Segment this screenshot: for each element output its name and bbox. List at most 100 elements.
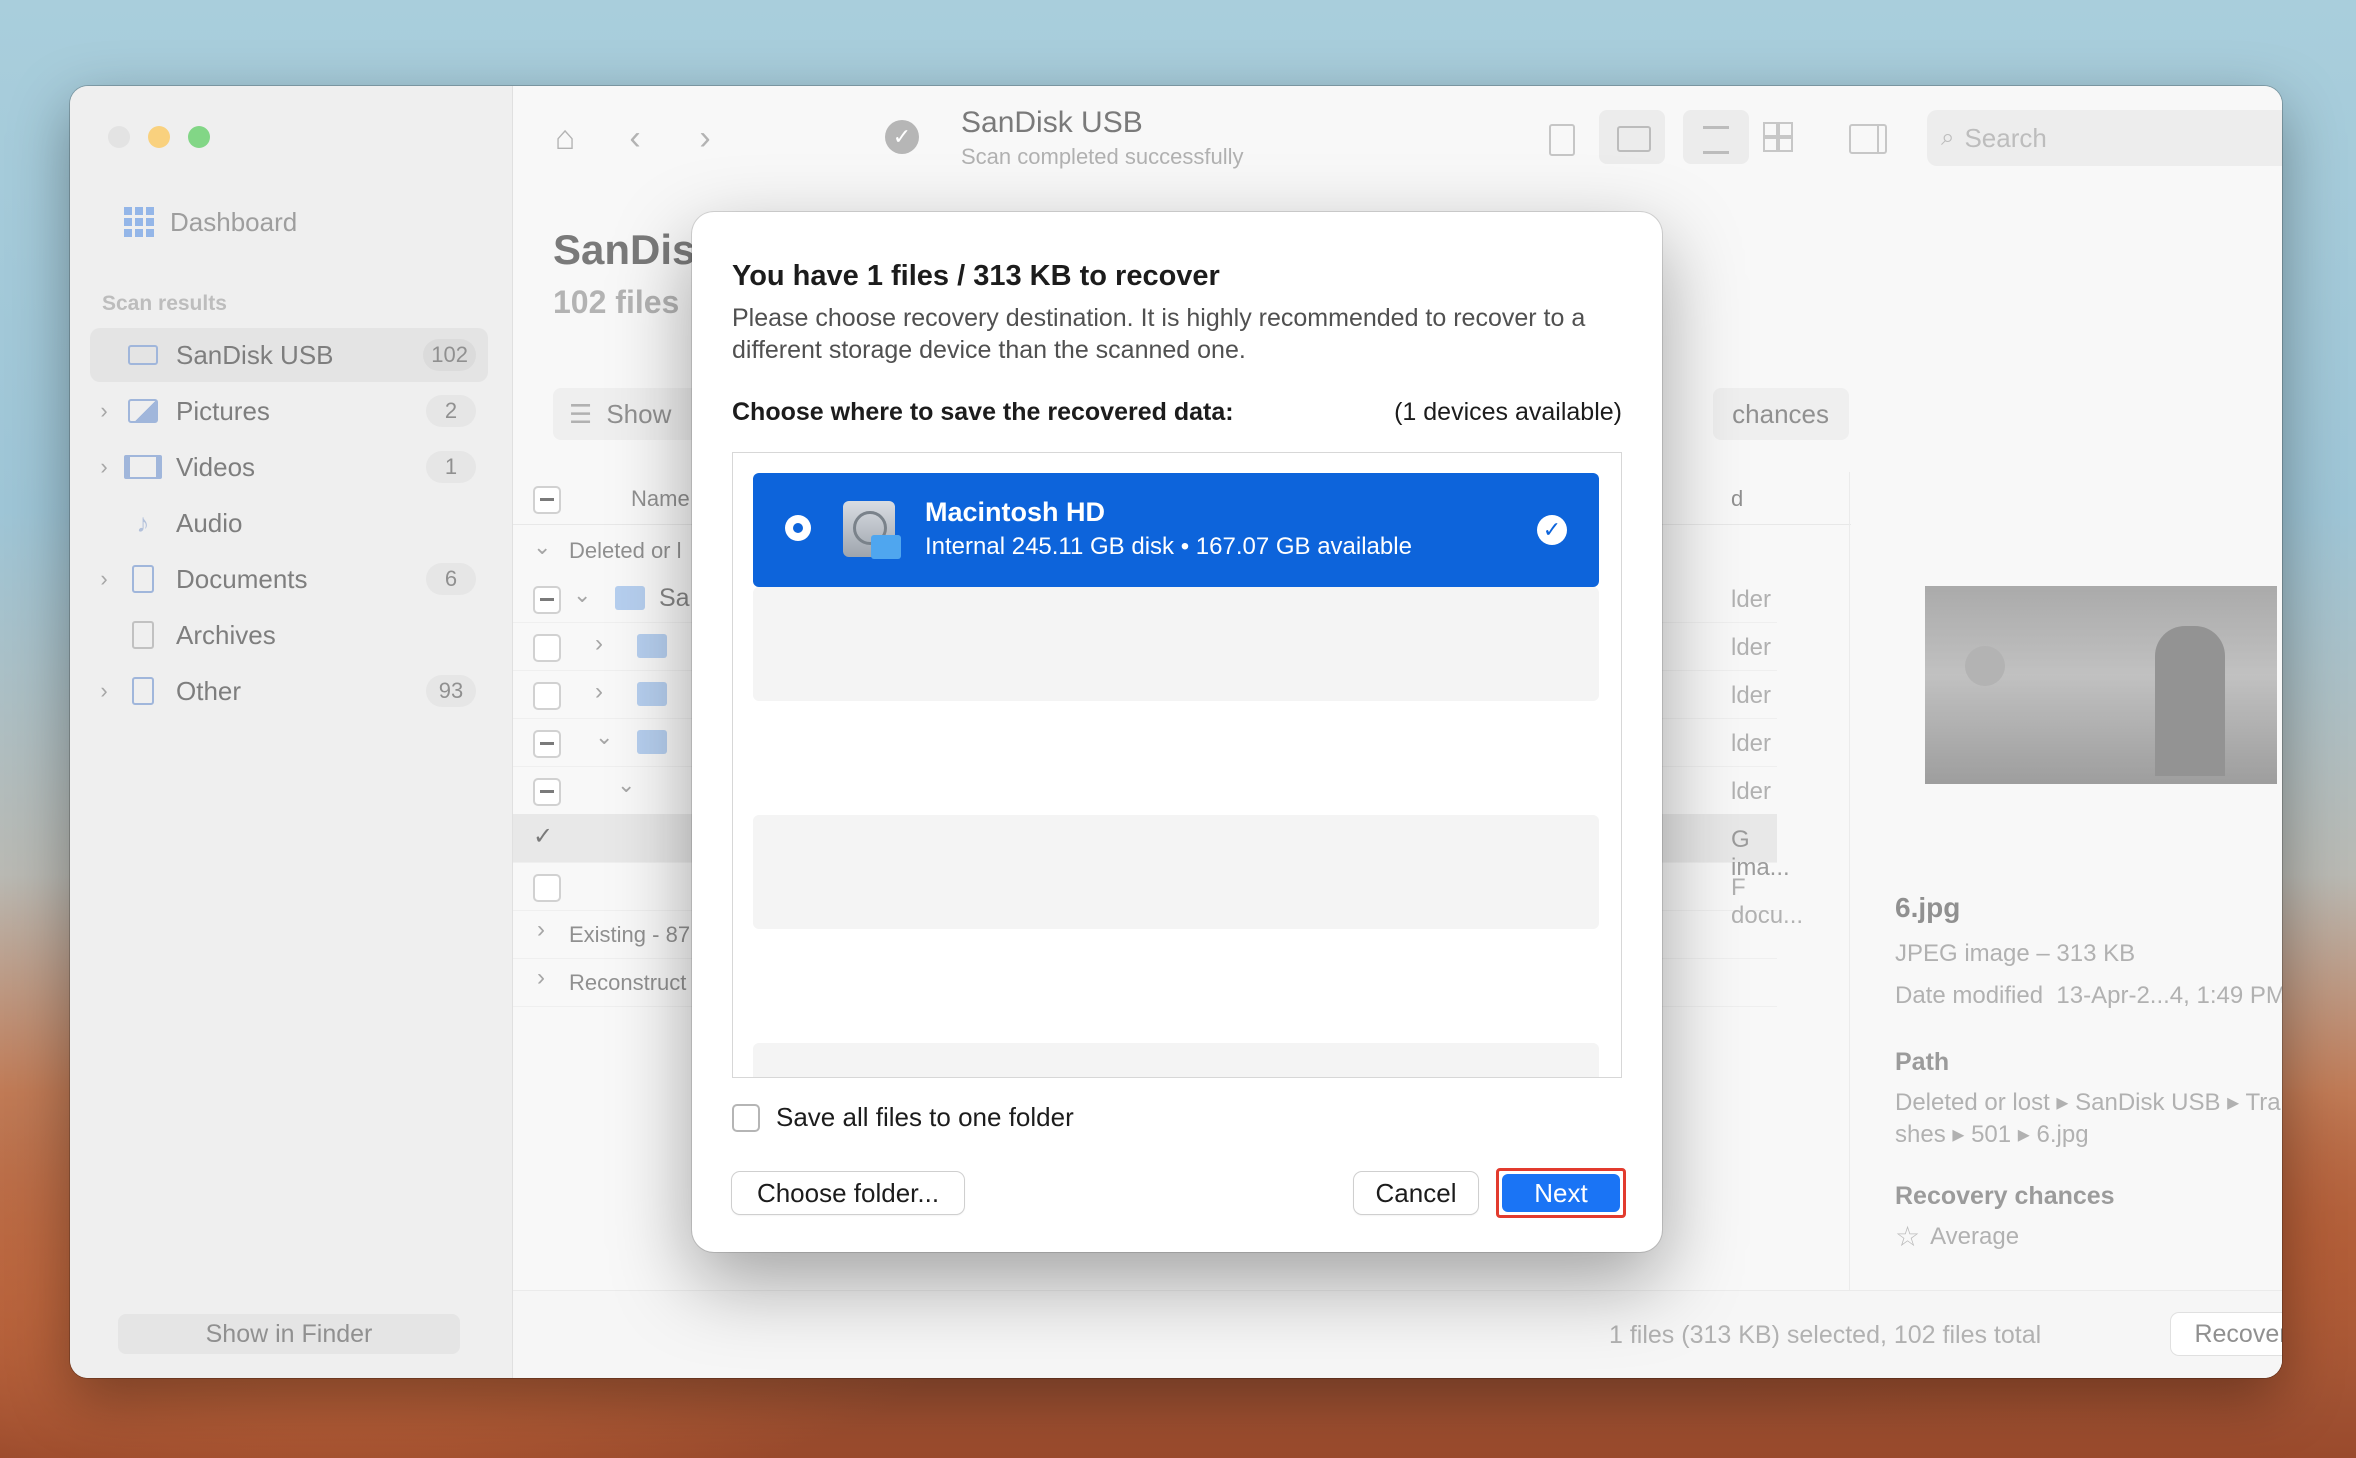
forward-icon[interactable]: ›	[683, 116, 727, 160]
folder-icon	[1617, 126, 1651, 152]
sidebar-item-videos[interactable]: › Videos 1	[90, 440, 488, 494]
choose-location-label: Choose where to save the recovered data:	[732, 398, 1234, 426]
sidebar-item-audio[interactable]: ♪ Audio	[90, 496, 488, 550]
chevron-right-icon[interactable]: ›	[537, 964, 545, 992]
row-checkbox[interactable]	[533, 682, 561, 710]
device-row-macintosh-hd[interactable]: Macintosh HD Internal 245.11 GB disk • 1…	[753, 473, 1599, 587]
scan-complete-check-icon: ✓	[885, 120, 919, 154]
preview-chances-label: Recovery chances	[1895, 1182, 2115, 1210]
cancel-button[interactable]: Cancel	[1354, 1172, 1478, 1214]
save-one-folder-label: Save all files to one folder	[776, 1102, 1074, 1132]
preview-path-line2: shes ▸ 501 ▸ 6.jpg	[1895, 1121, 2089, 1148]
status-bar: 1 files (313 KB) selected, 102 files tot…	[513, 1290, 2282, 1378]
row-checkbox[interactable]	[533, 778, 561, 806]
column-name-header[interactable]: Name	[631, 486, 690, 512]
half-star-icon: ☆	[1895, 1221, 1921, 1252]
search-placeholder: Search	[1964, 122, 2047, 153]
list-icon	[1703, 126, 1729, 154]
chevron-down-icon[interactable]: ⌄	[595, 724, 613, 750]
selection-summary: 1 files (313 KB) selected, 102 files tot…	[1609, 1321, 2042, 1349]
choose-folder-button[interactable]: Choose folder...	[732, 1172, 964, 1214]
row-checkbox[interactable]	[533, 586, 561, 614]
item-count-badge: 102	[423, 339, 476, 371]
sidebar-item-label: Archives	[176, 619, 276, 650]
select-all-checkbox[interactable]	[533, 486, 561, 514]
image-icon	[124, 396, 162, 426]
empty-device-slot	[753, 587, 1599, 701]
search-input[interactable]: ⌕ Search	[1927, 110, 2282, 166]
chevron-down-icon[interactable]: ⌄	[533, 534, 551, 560]
row-checkbox[interactable]	[533, 730, 561, 758]
device-list: Macintosh HD Internal 245.11 GB disk • 1…	[732, 452, 1622, 1078]
folder-icon	[637, 730, 667, 754]
row-checkbox-checked[interactable]: ✓	[533, 822, 559, 850]
grid-view-icon[interactable]	[1763, 122, 1793, 152]
sidebar: Dashboard Scan results SanDisk USB 102 ›…	[70, 86, 513, 1378]
dialog-description: Please choose recovery destination. It i…	[732, 304, 1586, 364]
chevron-right-icon[interactable]: ›	[537, 916, 545, 944]
empty-device-slot	[753, 1043, 1599, 1077]
sidebar-item-label: SanDisk USB	[176, 339, 334, 370]
close-window-button[interactable]	[108, 126, 130, 148]
back-icon[interactable]: ‹	[613, 116, 657, 160]
file-view-icon[interactable]	[1549, 124, 1575, 156]
chevron-down-icon[interactable]: ⌄	[617, 772, 635, 798]
chevron-right-icon[interactable]: ›	[595, 678, 603, 706]
recovery-destination-dialog: You have 1 files / 313 KB to recover Ple…	[692, 212, 1662, 1252]
show-filter-button[interactable]: ☰ Show	[553, 388, 713, 440]
show-filter-label: Show	[606, 398, 672, 429]
chevron-right-icon[interactable]: ›	[90, 566, 118, 592]
kind-cell: lder	[1731, 586, 1772, 613]
folder-view-button[interactable]	[1599, 110, 1665, 164]
save-one-folder-checkbox[interactable]	[732, 1103, 760, 1132]
grid-icon	[124, 207, 154, 237]
music-note-icon: ♪	[136, 507, 150, 538]
chevron-right-icon[interactable]: ›	[595, 630, 603, 658]
sidebar-item-label: Documents	[176, 563, 308, 594]
minimize-window-button[interactable]	[148, 126, 170, 148]
chevron-right-icon[interactable]: ›	[90, 398, 118, 424]
preview-path-line1: Deleted or lost ▸ SanDisk USB ▸ Tra	[1895, 1089, 2281, 1116]
column-kind-header[interactable]: d	[1731, 486, 1743, 512]
dashboard-label: Dashboard	[170, 206, 298, 237]
sidebar-item-other[interactable]: › Other 93	[90, 664, 488, 718]
sidebar-item-label: Other	[176, 675, 242, 706]
row-checkbox[interactable]	[533, 874, 561, 902]
item-count-badge: 93	[426, 675, 476, 707]
chances-value-text: Average	[1930, 1222, 2020, 1250]
preview-chances-value: ☆ Average	[1895, 1220, 2019, 1253]
preview-type-size: JPEG image – 313 KB	[1895, 940, 2136, 967]
preview-panel-icon[interactable]	[1849, 124, 1887, 154]
dialog-title: You have 1 files / 313 KB to recover	[732, 260, 1220, 292]
sidebar-item-pictures[interactable]: › Pictures 2	[90, 384, 488, 438]
kind-cell: lder	[1731, 778, 1772, 805]
sidebar-item-documents[interactable]: › Documents 6	[90, 552, 488, 606]
sidebar-item-dashboard[interactable]: Dashboard	[124, 202, 297, 242]
group-label: Deleted or l	[569, 538, 682, 563]
save-one-folder-option[interactable]: Save all files to one folder	[732, 1102, 1074, 1133]
show-in-finder-button[interactable]: Show in Finder	[118, 1314, 460, 1354]
recover-button[interactable]: Recover	[2171, 1313, 2282, 1355]
folder-icon	[637, 682, 667, 706]
zoom-window-button[interactable]	[188, 126, 210, 148]
devices-available-count: (1 devices available)	[1394, 398, 1622, 426]
device-name: Macintosh HD	[925, 497, 1106, 527]
other-file-icon	[124, 676, 162, 706]
page-heading: SanDis	[553, 226, 696, 273]
sidebar-item-archives[interactable]: Archives	[90, 608, 488, 662]
folder-icon	[615, 586, 645, 610]
group-label: Reconstruct	[569, 970, 687, 995]
row-checkbox[interactable]	[533, 634, 561, 662]
chevron-right-icon[interactable]: ›	[90, 454, 118, 480]
recovery-chances-filter[interactable]: chances	[1713, 388, 1849, 440]
home-icon[interactable]: ⌂	[543, 116, 587, 160]
toolbar: ⌂ ‹ › ✓ SanDisk USB Scan completed succe…	[513, 86, 2282, 206]
chevron-down-icon[interactable]: ⌄	[573, 582, 591, 608]
sidebar-item-sandisk-usb[interactable]: SanDisk USB 102	[90, 328, 488, 382]
next-button[interactable]: Next	[1502, 1174, 1620, 1212]
checkmark-circle-icon: ✓	[1537, 515, 1567, 545]
chevron-right-icon[interactable]: ›	[90, 678, 118, 704]
item-count-badge: 1	[426, 451, 476, 483]
radio-selected[interactable]	[785, 515, 811, 541]
list-view-button[interactable]	[1683, 110, 1749, 164]
